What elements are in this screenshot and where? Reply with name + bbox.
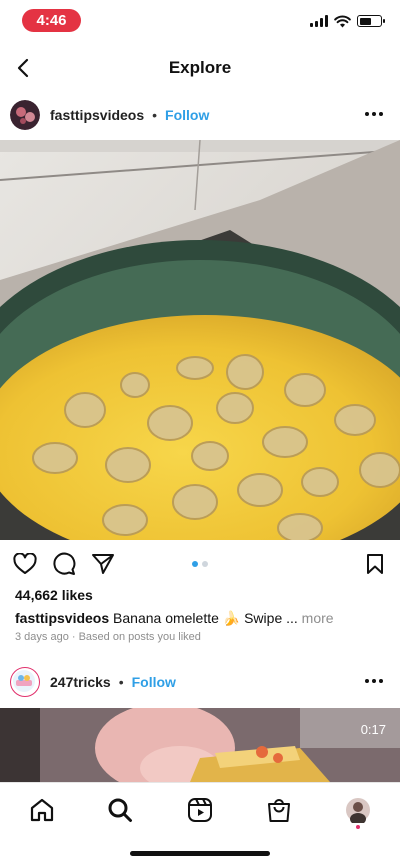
send-icon — [92, 554, 114, 574]
avatar-image — [10, 100, 40, 130]
profile-icon — [346, 798, 370, 823]
avatar-2[interactable] — [10, 667, 40, 697]
nav-search[interactable] — [105, 795, 135, 825]
avatar[interactable] — [10, 100, 40, 130]
save-button[interactable] — [362, 551, 388, 577]
separator-2: • — [118, 674, 124, 690]
reels-icon — [188, 798, 212, 822]
carousel-dot — [192, 561, 198, 567]
search-icon — [108, 798, 132, 822]
follow-button-2[interactable]: Follow — [132, 674, 176, 690]
heart-icon — [13, 553, 37, 574]
shop-icon — [268, 799, 290, 822]
battery-icon — [357, 15, 385, 27]
follow-button[interactable]: Follow — [165, 107, 209, 123]
caption-more-link[interactable]: more — [298, 610, 334, 626]
post-header-2: 247tricks • Follow — [0, 657, 400, 707]
avatar-image-2 — [13, 670, 35, 692]
separator: • — [152, 107, 158, 123]
comment-icon — [53, 552, 76, 575]
caption-username[interactable]: fasttipsvideos — [15, 610, 109, 626]
home-icon — [30, 798, 54, 822]
home-indicator — [130, 851, 270, 856]
more-horizontal-icon — [365, 679, 369, 683]
like-count[interactable]: 44,662 likes — [15, 587, 93, 603]
status-bar: 4:46 — [0, 0, 400, 44]
like-button[interactable] — [12, 551, 38, 577]
profile-notification-dot — [356, 825, 360, 829]
share-button[interactable] — [90, 551, 116, 577]
cellular-signal-icon — [310, 15, 328, 27]
post-video[interactable]: 0:17 — [0, 708, 400, 782]
post-media[interactable] — [0, 140, 400, 540]
top-bar: Explore — [0, 46, 400, 90]
nav-shop[interactable] — [264, 795, 294, 825]
nav-profile[interactable] — [343, 795, 373, 825]
bookmark-icon — [367, 554, 383, 574]
status-icons — [310, 13, 385, 29]
post-image — [0, 140, 400, 540]
nav-home[interactable] — [27, 795, 57, 825]
post-username-2[interactable]: 247tricks — [50, 674, 111, 690]
carousel-dot — [202, 561, 208, 567]
post-meta: 3 days ago · Based on posts you liked — [15, 631, 201, 643]
nav-reels[interactable] — [185, 795, 215, 825]
page-title: Explore — [168, 58, 232, 77]
post-caption: fasttipsvideos Banana omelette 🍌 Swipe .… — [15, 610, 390, 627]
more-options-button[interactable] — [360, 102, 388, 126]
wifi-icon — [334, 15, 351, 27]
more-horizontal-icon — [365, 112, 369, 116]
post-header: fasttipsvideos • Follow — [0, 90, 400, 140]
video-thumbnail — [0, 708, 400, 782]
carousel-indicator — [192, 561, 208, 567]
comment-button[interactable] — [51, 551, 77, 577]
post-username[interactable]: fasttipsvideos — [50, 107, 144, 123]
video-duration: 0:17 — [360, 722, 386, 737]
more-options-button-2[interactable] — [360, 669, 388, 693]
status-time: 4:46 — [22, 9, 81, 32]
post-actions — [0, 547, 400, 581]
caption-text: Banana omelette 🍌 Swipe ... — [109, 610, 298, 626]
